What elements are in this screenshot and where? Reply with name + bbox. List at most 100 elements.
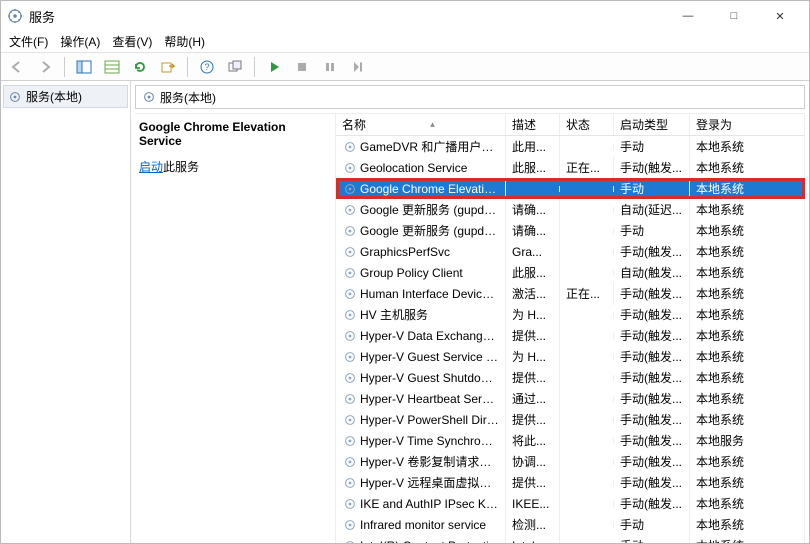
col-header-start[interactable]: 启动类型: [614, 114, 690, 135]
service-row[interactable]: Google Chrome Elevation Service手动本地系统: [336, 178, 805, 199]
service-row[interactable]: Geolocation Service此服...正在...手动(触发...本地系…: [336, 157, 805, 178]
cell-name: Hyper-V Data Exchange ...: [336, 325, 506, 347]
minimize-button[interactable]: —: [665, 1, 711, 31]
service-row[interactable]: Hyper-V Guest Shutdown...提供...手动(触发...本地…: [336, 367, 805, 388]
service-row[interactable]: Hyper-V Time Synchroniz...将此...手动(触发...本…: [336, 430, 805, 451]
service-row[interactable]: Hyper-V PowerShell Dire...提供...手动(触发...本…: [336, 409, 805, 430]
service-row[interactable]: Google 更新服务 (gupdat...请确...手动本地系统: [336, 220, 805, 241]
cell-desc: 提供...: [506, 366, 560, 389]
cell-start: 手动(触发...: [614, 387, 690, 410]
service-row[interactable]: Human Interface Device ...激活...正在...手动(触…: [336, 283, 805, 304]
properties-button[interactable]: [100, 56, 124, 78]
cell-start: 手动(触发...: [614, 303, 690, 326]
service-name: Hyper-V Guest Shutdown...: [360, 371, 499, 385]
restart-service-button[interactable]: [346, 56, 370, 78]
help-button[interactable]: ?: [195, 56, 219, 78]
main-pane: 服务(本地) Google Chrome Elevation Service 启…: [131, 81, 809, 543]
service-name: Hyper-V 远程桌面虚拟化...: [360, 474, 499, 491]
menu-action[interactable]: 操作(A): [60, 33, 100, 50]
address-bar[interactable]: 服务(本地): [135, 85, 805, 109]
gear-icon: [342, 412, 358, 428]
cell-desc: 此服...: [506, 261, 560, 284]
list-rows[interactable]: GameDVR 和广播用户服务...此用...手动本地系统Geolocation…: [336, 136, 805, 543]
gear-icon: [142, 90, 156, 104]
cell-status: [560, 375, 614, 381]
cell-logon: 本地系统: [690, 534, 805, 543]
service-row[interactable]: GraphicsPerfSvcGra...手动(触发...本地系统: [336, 241, 805, 262]
close-button[interactable]: ✕: [757, 1, 803, 31]
service-name: GameDVR 和广播用户服务...: [360, 138, 499, 155]
service-row[interactable]: Google 更新服务 (gupdate)请确...自动(延迟...本地系统: [336, 199, 805, 220]
service-name: Google Chrome Elevation Service: [360, 182, 499, 196]
maximize-button[interactable]: □: [711, 1, 757, 31]
start-service-link[interactable]: 启动: [139, 160, 163, 174]
service-row[interactable]: HV 主机服务为 H...手动(触发...本地系统: [336, 304, 805, 325]
menu-file[interactable]: 文件(F): [9, 33, 48, 50]
service-row[interactable]: Hyper-V Data Exchange ...提供...手动(触发...本地…: [336, 325, 805, 346]
gear-icon: [8, 90, 22, 104]
cell-desc: 激活...: [506, 282, 560, 305]
cell-name: Geolocation Service: [336, 157, 506, 179]
col-header-desc[interactable]: 描述: [506, 114, 560, 135]
forward-button[interactable]: [33, 56, 57, 78]
service-row[interactable]: Intel(R) Content Protecti...Intel...手动本地…: [336, 535, 805, 543]
cell-desc: 检测...: [506, 513, 560, 536]
col-header-logon[interactable]: 登录为: [690, 114, 805, 135]
service-row[interactable]: Infrared monitor service检测...手动本地系统: [336, 514, 805, 535]
refresh-button[interactable]: [128, 56, 152, 78]
service-name: Intel(R) Content Protecti...: [360, 539, 499, 544]
service-row[interactable]: GameDVR 和广播用户服务...此用...手动本地系统: [336, 136, 805, 157]
cell-desc: 此用...: [506, 136, 560, 158]
list-header: 名称▴ 描述 状态 启动类型 登录为: [336, 114, 805, 136]
gear-icon: [342, 475, 358, 491]
export-button[interactable]: [156, 56, 180, 78]
toolbar-sep: [187, 57, 188, 77]
gear-icon: [342, 265, 358, 281]
col-header-status[interactable]: 状态: [560, 114, 614, 135]
service-row[interactable]: IKE and AuthIP IPsec Key...IKEE...手动(触发.…: [336, 493, 805, 514]
cell-name: Intel(R) Content Protecti...: [336, 535, 506, 544]
toolbar-sep: [64, 57, 65, 77]
service-row[interactable]: Hyper-V Heartbeat Service通过...手动(触发...本地…: [336, 388, 805, 409]
props2-button[interactable]: [223, 56, 247, 78]
cell-name: Group Policy Client: [336, 262, 506, 284]
cell-logon: 本地服务: [690, 429, 805, 452]
cell-desc: Gra...: [506, 242, 560, 262]
cell-status: [560, 396, 614, 402]
titlebar: 服务 — □ ✕: [1, 1, 809, 31]
gear-icon: [342, 454, 358, 470]
menu-help[interactable]: 帮助(H): [164, 33, 205, 50]
cell-status: [560, 354, 614, 360]
service-row[interactable]: Hyper-V 远程桌面虚拟化...提供...手动(触发...本地系统: [336, 472, 805, 493]
service-row[interactable]: Group Policy Client此服...自动(触发...本地系统: [336, 262, 805, 283]
show-hide-tree-button[interactable]: [72, 56, 96, 78]
menu-view[interactable]: 查看(V): [112, 33, 152, 50]
stop-service-button[interactable]: [290, 56, 314, 78]
cell-status: [560, 144, 614, 150]
cell-start: 手动(触发...: [614, 156, 690, 179]
detail-action-line: 启动此服务: [139, 158, 327, 175]
pause-service-button[interactable]: [318, 56, 342, 78]
gear-icon: [342, 370, 358, 386]
cell-desc: 提供...: [506, 408, 560, 431]
service-row[interactable]: Hyper-V 卷影复制请求程序协调...手动(触发...本地系统: [336, 451, 805, 472]
back-button[interactable]: [5, 56, 29, 78]
cell-desc: 协调...: [506, 450, 560, 473]
toolbar-sep: [254, 57, 255, 77]
cell-start: 手动: [614, 513, 690, 536]
nav-item-services-local[interactable]: 服务(本地): [3, 85, 128, 108]
detail-title: Google Chrome Elevation Service: [139, 120, 327, 148]
service-row[interactable]: Hyper-V Guest Service In...为 H...手动(触发..…: [336, 346, 805, 367]
cell-logon: 本地系统: [690, 303, 805, 326]
cell-logon: 本地系统: [690, 261, 805, 284]
service-name: Hyper-V PowerShell Dire...: [360, 413, 499, 427]
cell-start: 手动: [614, 177, 690, 200]
cell-desc: 通过...: [506, 387, 560, 410]
sort-asc-icon: ▴: [430, 119, 435, 130]
cell-logon: 本地系统: [690, 324, 805, 347]
cell-logon: 本地系统: [690, 450, 805, 473]
nav-pane: 服务(本地): [1, 81, 131, 543]
col-header-name[interactable]: 名称▴: [336, 114, 506, 135]
start-service-button[interactable]: [262, 56, 286, 78]
service-name: Hyper-V Guest Service In...: [360, 350, 499, 364]
